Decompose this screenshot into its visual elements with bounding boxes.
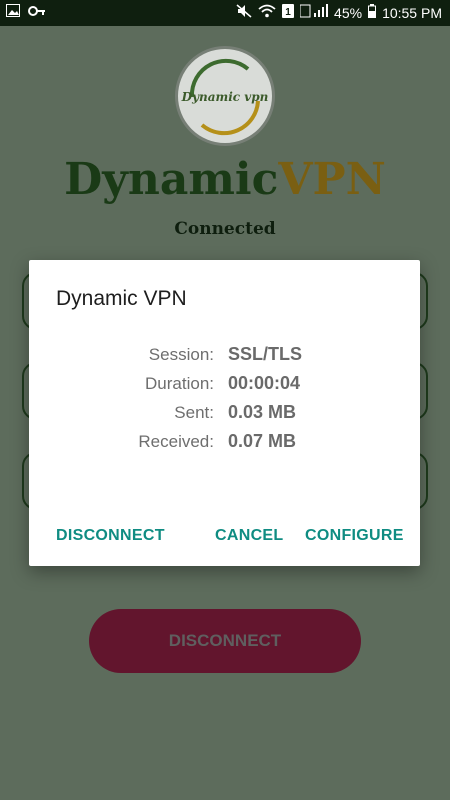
status-bar-right: 1 45% 10:55 PM <box>236 4 442 21</box>
connection-status: Connected <box>174 219 276 239</box>
app-title-vpn: VPN <box>278 154 386 205</box>
dialog-title: Dynamic VPN <box>56 287 187 310</box>
status-bar: 1 45% 10:55 PM <box>0 0 450 26</box>
received-value: 0.07 MB <box>228 431 297 451</box>
dialog-cancel-button[interactable]: CANCEL <box>215 527 283 545</box>
dialog-configure-button[interactable]: CONFIGURE <box>305 527 404 545</box>
sent-label: Sent: <box>174 403 214 422</box>
app-title-dynamic: Dynamic <box>64 154 279 205</box>
session-value: SSL/TLS <box>228 344 303 364</box>
status-bar-left <box>6 4 46 20</box>
sent-value: 0.03 MB <box>228 402 297 422</box>
wifi-icon <box>258 4 276 21</box>
key-icon <box>28 4 46 20</box>
received-label: Received: <box>138 432 214 451</box>
sent-row: Sent: 0.03 MB <box>29 402 420 429</box>
duration-label: Duration: <box>145 374 214 393</box>
clock: 10:55 PM <box>382 4 442 21</box>
app-logo: Dynamic vpn <box>175 46 275 146</box>
duration-row: Duration: 00:00:04 <box>29 373 420 400</box>
battery-icon <box>368 4 377 21</box>
signal-icon <box>299 4 329 21</box>
svg-text:1: 1 <box>285 7 291 18</box>
session-label: Session: <box>148 345 214 364</box>
session-row: Session: SSL/TLS <box>29 344 420 371</box>
received-row: Received: 0.07 MB <box>29 431 420 458</box>
duration-value: 00:00:04 <box>228 373 301 393</box>
app-title: DynamicVPN <box>0 154 450 205</box>
battery-percent: 45% <box>334 4 363 21</box>
dialog-disconnect-button[interactable]: DISCONNECT <box>56 527 165 545</box>
mute-icon <box>236 4 252 21</box>
vpn-status-dialog: Dynamic VPN Session: SSL/TLS Duration: 0… <box>29 260 420 566</box>
main-disconnect-button[interactable]: DISCONNECT <box>89 609 361 673</box>
logo-text: Dynamic vpn <box>181 90 269 104</box>
image-icon <box>6 4 20 20</box>
sim-1-icon: 1 <box>282 4 295 21</box>
